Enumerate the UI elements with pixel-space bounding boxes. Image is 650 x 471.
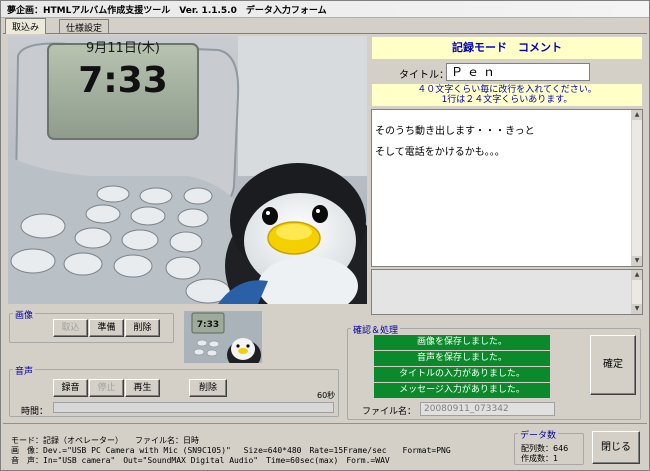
created-count-value: 1 xyxy=(553,454,559,463)
layout-count-value: 646 xyxy=(553,444,569,453)
comment-textarea[interactable]: そのうち動き出します・・・きっと そして電話をかけるかも。。。 ▲ ▼ xyxy=(371,109,643,267)
image-delete-button[interactable]: 削除 xyxy=(125,319,160,337)
filename-field[interactable]: 20080911_073342 xyxy=(420,402,555,416)
tab-settings[interactable]: 仕様設定 xyxy=(59,19,110,34)
data-count-label: データ数 xyxy=(518,428,559,441)
image-prepare-button[interactable]: 準備 xyxy=(89,319,124,337)
tab-capture[interactable]: 取込み xyxy=(5,18,47,34)
record-mode-heading: 記録モード コメント xyxy=(372,37,642,59)
status-audio-saved: 音声を保存しました。 xyxy=(374,351,550,366)
image-group-label: 画像 xyxy=(13,308,36,321)
scroll-up-icon[interactable]: ▲ xyxy=(632,270,642,280)
filename-label: ファイル名： xyxy=(362,407,417,417)
tab-divider xyxy=(3,33,647,34)
lcd-date: 9月11日(木) xyxy=(86,41,160,56)
image-capture-button[interactable]: 取込 xyxy=(53,319,88,337)
audio-play-button[interactable]: 再生 xyxy=(125,379,160,397)
scroll-up-icon[interactable]: ▲ xyxy=(632,110,642,120)
audio-group-label: 音声 xyxy=(13,364,36,377)
title-input[interactable]: Ｐｅｎ xyxy=(446,63,590,81)
created-count-label: 作成数： xyxy=(521,454,553,463)
audio-progress-bar xyxy=(53,402,334,413)
message-scrollbar[interactable]: ▲ ▼ xyxy=(631,270,642,314)
comment-line-1: そのうち動き出します・・・きっと xyxy=(375,126,535,137)
audio-max-time: 60秒 xyxy=(317,391,336,400)
thumbnail-time: 7:33 xyxy=(197,320,219,330)
bottom-divider xyxy=(3,423,647,424)
hint-line-2: 1行は２４文字くらいあります。 xyxy=(441,95,573,105)
layout-count-label: 配列数： xyxy=(521,444,553,453)
comment-scrollbar[interactable]: ▲ ▼ xyxy=(631,110,642,266)
status-image-saved: 画像を保存しました。 xyxy=(374,335,550,350)
confirm-button[interactable]: 確定 xyxy=(590,335,636,395)
created-count-row: 作成数：1 xyxy=(521,453,558,464)
main-window: 夢企画：HTMLアルバム作成支援ツール Ver. 1.1.5.0 データ入力フォ… xyxy=(0,0,650,471)
close-button[interactable]: 閉じる xyxy=(592,431,640,464)
lcd-time: 7:33 xyxy=(78,60,168,101)
window-title: 夢企画：HTMLアルバム作成支援ツール Ver. 1.1.5.0 データ入力フォ… xyxy=(7,6,327,16)
audio-delete-button[interactable]: 削除 xyxy=(189,379,227,397)
audio-stop-button[interactable]: 停止 xyxy=(89,379,124,397)
title-bar: 夢企画：HTMLアルバム作成支援ツール Ver. 1.1.5.0 データ入力フォ… xyxy=(1,1,649,18)
status-message-entered: メッセージ入力がありました。 xyxy=(374,383,550,398)
comment-line-2: そして電話をかけるかも。。。 xyxy=(375,147,505,158)
hint-box: ４０文字くらい毎に改行を入れてください。 1行は２４文字くらいあります。 xyxy=(372,84,642,106)
audio-info-line: 音 声：In="USB camera" Out="SoundMAX Digita… xyxy=(11,456,390,465)
audio-time-label: 時間： xyxy=(21,407,49,417)
message-textarea[interactable]: ▲ ▼ xyxy=(371,269,643,315)
scroll-down-icon[interactable]: ▼ xyxy=(632,304,642,314)
image-thumbnail: 7:33 xyxy=(184,311,262,363)
audio-record-button[interactable]: 録音 xyxy=(53,379,88,397)
title-label: タイトル： xyxy=(399,70,449,81)
status-title-entered: タイトルの入力がありました。 xyxy=(374,367,550,382)
hint-line-1: ４０文字くらい毎に改行を入れてください。 xyxy=(417,85,597,95)
camera-preview: 9月11日(木) 7:33 xyxy=(8,36,367,304)
scroll-down-icon[interactable]: ▼ xyxy=(632,256,642,266)
